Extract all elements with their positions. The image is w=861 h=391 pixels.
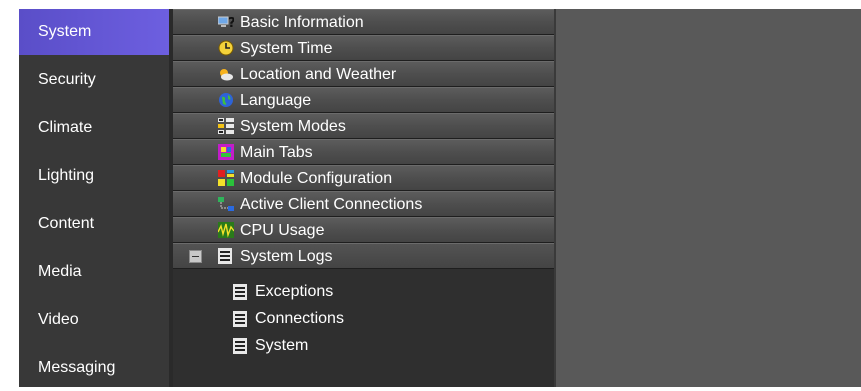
tree-item-cpu-usage[interactable]: CPU Usage	[173, 217, 554, 243]
sidebar-item-content[interactable]: Content	[19, 201, 169, 247]
connections-icon	[218, 197, 234, 211]
tree-subitem-system[interactable]: System	[173, 333, 554, 359]
sidebar-item-system[interactable]: System	[19, 9, 169, 55]
svg-text:?: ?	[228, 16, 234, 30]
sidebar-item-label: Lighting	[38, 167, 95, 184]
weather-icon	[220, 69, 233, 81]
sidebar-item-label: Media	[38, 263, 82, 280]
tree-item-label: CPU Usage	[240, 222, 325, 239]
collapse-toggle[interactable]	[189, 250, 202, 263]
sidebar-item-lighting[interactable]: Lighting	[19, 153, 169, 199]
tabs-icon	[218, 144, 234, 160]
sidebar-item-climate[interactable]: Climate	[19, 105, 169, 151]
clock-icon	[218, 40, 234, 56]
tree-item-active-client-connections[interactable]: Active Client Connections	[173, 191, 554, 217]
tree-item-label: Language	[240, 92, 312, 109]
sidebar-item-label: Security	[38, 71, 96, 88]
log-icon	[233, 284, 247, 300]
tree-item-label: Location and Weather	[240, 66, 397, 83]
sidebar-item-label: System	[38, 23, 92, 40]
log-icon	[233, 338, 247, 354]
globe-icon	[219, 93, 233, 107]
modes-icon	[218, 118, 234, 134]
log-icon	[218, 248, 232, 264]
tree-subitem-label: Exceptions	[255, 283, 334, 300]
content-panel	[556, 9, 861, 387]
tree-item-language[interactable]: Language	[173, 87, 554, 113]
tree-subitem-connections[interactable]: Connections	[173, 306, 554, 332]
tree-item-main-tabs[interactable]: Main Tabs	[173, 139, 554, 165]
tree-item-label: Active Client Connections	[240, 196, 423, 213]
sidebar-item-security[interactable]: Security	[19, 57, 169, 103]
sidebar-item-label: Content	[38, 215, 95, 232]
tree-item-system-modes[interactable]: System Modes	[173, 113, 554, 139]
tree-item-location-weather[interactable]: Location and Weather	[173, 61, 554, 87]
tree-item-label: Module Configuration	[240, 170, 393, 187]
tree-item-label: Main Tabs	[240, 144, 313, 161]
sidebar-item-video[interactable]: Video	[19, 297, 169, 343]
sidebar-item-label: Climate	[38, 119, 93, 136]
tree-item-label: System Logs	[240, 248, 333, 265]
tree-item-basic-information[interactable]: ? Basic Information	[173, 9, 554, 35]
cpu-graph-icon	[218, 222, 234, 238]
sidebar: System Security Climate Lighting Content…	[19, 9, 169, 387]
tree-item-label: Basic Information	[240, 14, 364, 31]
tree-item-module-configuration[interactable]: Module Configuration	[173, 165, 554, 191]
modules-icon	[218, 170, 234, 186]
tree-subitem-label: System	[255, 337, 309, 354]
sidebar-item-messaging[interactable]: Messaging	[19, 345, 169, 391]
tree-subitem-exceptions[interactable]: Exceptions	[173, 279, 554, 305]
settings-tree: ? Basic Information System Time Location…	[173, 9, 554, 387]
tree-item-system-time[interactable]: System Time	[173, 35, 554, 61]
tree-item-system-logs[interactable]: System Logs	[173, 243, 554, 269]
tree-subitem-label: Connections	[255, 310, 344, 327]
sidebar-item-label: Messaging	[38, 359, 116, 376]
tree-item-label: System Modes	[240, 118, 346, 135]
computer-question-icon: ?	[218, 16, 234, 30]
app-frame: System Security Climate Lighting Content…	[19, 9, 861, 387]
sidebar-item-label: Video	[38, 311, 79, 328]
tree-item-label: System Time	[240, 40, 333, 57]
sidebar-item-media[interactable]: Media	[19, 249, 169, 295]
log-icon	[233, 311, 247, 327]
